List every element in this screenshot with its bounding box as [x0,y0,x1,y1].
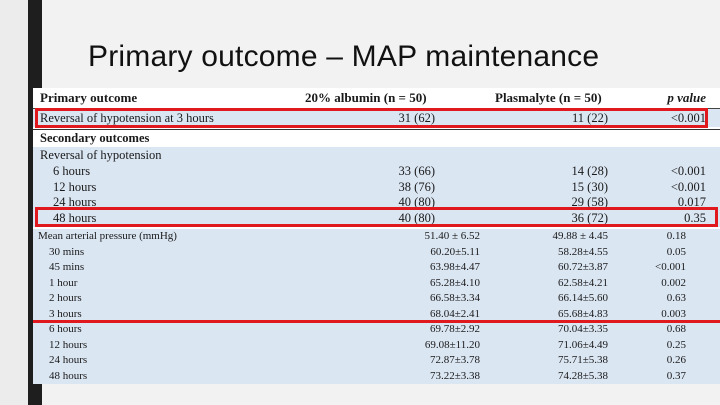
albumin-value: 38 (76) [398,180,435,194]
p-value: 0.68 [666,323,686,335]
table-header-row: Primary outcome 20% albumin (n = 50) Pla… [33,88,720,109]
reversal-title: Reversal of hypotension [40,148,162,162]
table-row: 12 hours 38 (76) 15 (30) <0.001 [33,180,720,196]
row-label: 1 hour [49,276,78,289]
slide-title: Primary outcome – MAP maintenance [88,40,600,73]
row-label: 24 hours [49,354,88,366]
albumin-value: 69.08±11.20 [424,338,480,351]
row-label: 30 mins [49,245,85,258]
plasmalyte-value: 62.58±4.21 [557,276,608,289]
plasmalyte-value: 58.28±4.55 [557,245,608,258]
plasmalyte-value: 60.72±3.87 [557,261,608,273]
row-label: Mean arterial pressure (mmHg) [38,230,177,242]
row-label: 6 hours [49,323,82,335]
plasmalyte-value: 74.28±5.38 [557,369,608,382]
plasmalyte-value: 14 (28) [571,164,608,178]
table-row: 30 mins 60.20±5.11 58.28±4.55 0.05 [33,245,720,261]
albumin-value: 72.87±3.78 [429,354,480,366]
header-p-value: p value [667,90,706,105]
albumin-value: 60.20±5.11 [430,245,480,258]
table-row: 45 mins 63.98±4.47 60.72±3.87 <0.001 [33,260,720,276]
header-plasmalyte: Plasmalyte (n = 50) [495,90,602,105]
plasmalyte-value: 49.88 ± 4.45 [552,230,608,242]
albumin-value: 63.98±4.47 [429,261,480,273]
p-value: 0.18 [666,230,686,242]
row-label: 48 hours [49,369,88,382]
table-row: 12 hours 69.08±11.20 71.06±4.49 0.25 [33,338,720,354]
albumin-value: 65.28±4.10 [429,276,480,289]
table-row: 1 hour 65.28±4.10 62.58±4.21 0.002 [33,276,720,292]
header-albumin: 20% albumin (n = 50) [305,90,427,105]
p-value: 0.26 [666,354,686,366]
reversal-title-row: Reversal of hypotension [33,148,720,164]
plasmalyte-value: 15 (30) [571,180,608,194]
p-value: 0.63 [666,292,686,304]
p-value: <0.001 [655,261,686,273]
albumin-value: 73.22±3.38 [429,369,480,382]
table-row: 24 hours 72.87±3.78 75.71±5.38 0.26 [33,353,720,369]
row-label: 12 hours [53,180,97,194]
albumin-value: 69.78±2.92 [429,323,480,335]
p-value: 0.25 [666,338,686,351]
table-row: Mean arterial pressure (mmHg) 51.40 ± 6.… [33,229,720,245]
p-value: <0.001 [670,180,706,194]
p-value: 0.002 [661,276,686,289]
p-value: 0.37 [666,369,686,382]
highlight-48-hours-box [35,207,718,227]
plasmalyte-value: 70.04±3.35 [557,323,608,335]
plasmalyte-value: 66.14±5.60 [557,292,608,304]
table-row: 6 hours 69.78±2.92 70.04±3.35 0.68 [33,322,720,338]
table-row: 48 hours 73.22±3.38 74.28±5.38 0.37 [33,369,720,385]
plasmalyte-value: 75.71±5.38 [557,354,608,366]
highlight-primary-outcome-box [35,108,708,128]
albumin-value: 66.58±3.34 [429,292,480,304]
p-value: <0.001 [670,164,706,178]
albumin-value: 51.40 ± 6.52 [424,230,480,242]
row-label: 12 hours [49,338,88,351]
plasmalyte-value: 71.06±4.49 [557,338,608,351]
row-label: 2 hours [49,292,82,304]
row-label: 6 hours [53,164,91,178]
table-row: 6 hours 33 (66) 14 (28) <0.001 [33,164,720,180]
row-label: 45 mins [49,261,85,273]
albumin-value: 33 (66) [398,164,435,178]
header-primary-outcome: Primary outcome [40,90,138,105]
results-table: Primary outcome 20% albumin (n = 50) Pla… [33,88,720,384]
secondary-outcomes-title-row: Secondary outcomes [33,129,720,148]
table-row: 2 hours 66.58±3.34 66.14±5.60 0.63 [33,291,720,307]
highlight-3-hours-underline [33,320,720,323]
secondary-outcomes-title: Secondary outcomes [40,131,150,145]
p-value: 0.05 [666,245,686,258]
